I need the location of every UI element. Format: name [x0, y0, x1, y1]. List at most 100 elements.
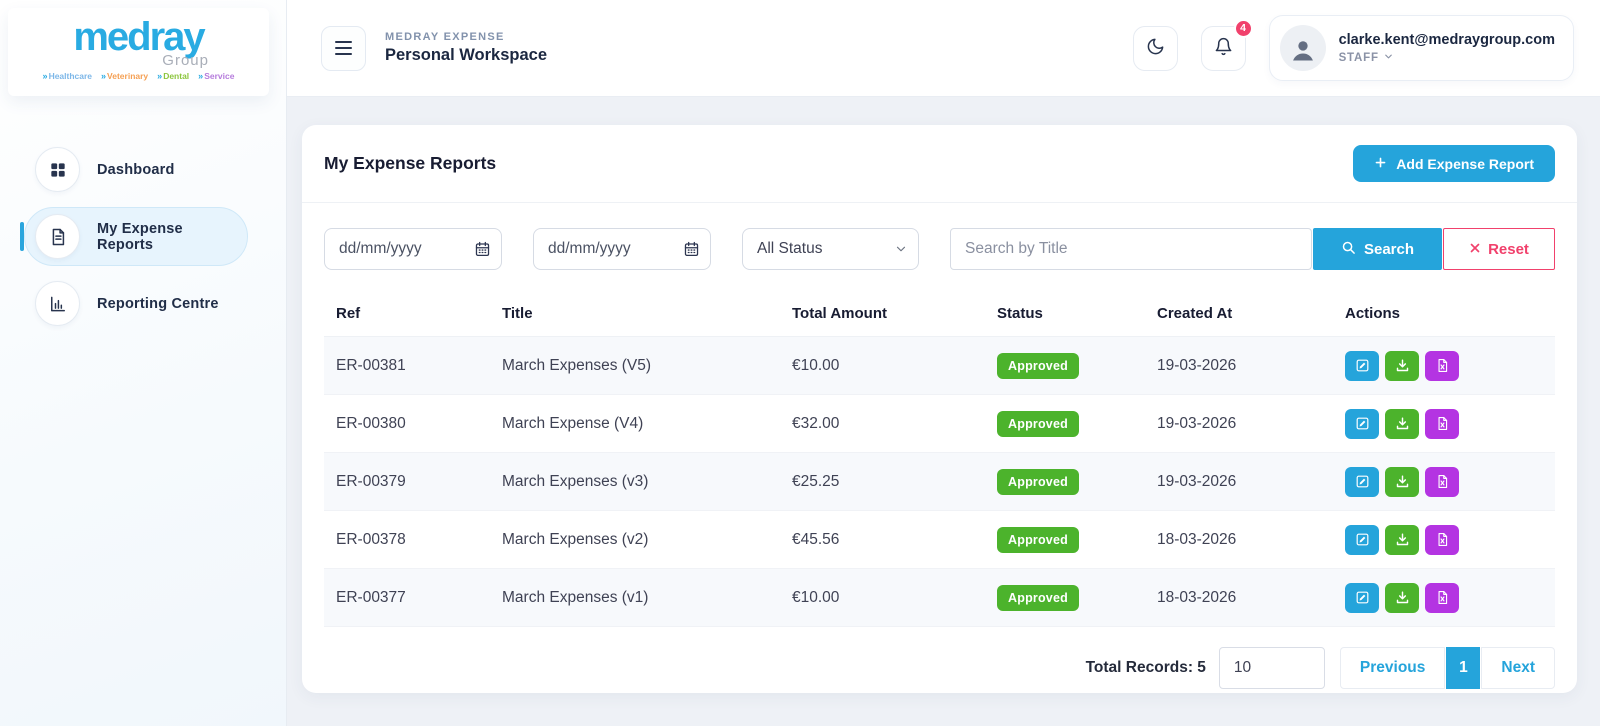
row-actions: [1345, 337, 1543, 394]
brand-logo[interactable]: medray Group » Healthcare» Veterinary» Dent…: [8, 8, 269, 96]
current-page-button[interactable]: 1: [1446, 647, 1481, 689]
sidebar-item-my-expense-reports[interactable]: My Expense Reports: [20, 207, 248, 266]
cell-actions: [1333, 510, 1555, 569]
search-input[interactable]: [950, 228, 1312, 270]
download-icon: [1395, 474, 1410, 489]
cell-total-amount: €25.25: [780, 452, 985, 511]
cell-status: Approved: [985, 452, 1145, 511]
document-icon: [35, 214, 80, 259]
brand-chevron-icon: »: [157, 71, 163, 81]
status-badge: Approved: [997, 468, 1079, 495]
cell-status: Approved: [985, 510, 1145, 569]
cell-status: Approved: [985, 568, 1145, 627]
user-role-label: STAFF: [1338, 51, 1379, 64]
cell-created-at: 18-03-2026: [1145, 568, 1333, 627]
download-report-button[interactable]: [1385, 350, 1419, 381]
search-button[interactable]: Search: [1313, 228, 1442, 270]
export-excel-button[interactable]: [1425, 524, 1459, 555]
date-from-field: [324, 228, 502, 270]
cell-total-amount: €45.56: [780, 510, 985, 569]
table-row: ER-00377 March Expenses (v1) €10.00 Approve…: [324, 568, 1555, 627]
search-button-label: Search: [1363, 240, 1415, 258]
brand-chevron-icon: »: [198, 71, 204, 81]
edit-icon: [1355, 532, 1370, 547]
reset-button[interactable]: Reset: [1443, 228, 1555, 270]
sidebar-item-dashboard[interactable]: Dashboard: [24, 140, 248, 199]
edit-report-button[interactable]: [1345, 350, 1379, 381]
column-header-total-amount: Total Amount: [780, 291, 985, 337]
column-header-title: Title: [490, 291, 780, 337]
export-excel-button[interactable]: [1425, 466, 1459, 497]
moon-icon: [1146, 37, 1165, 59]
sidebar-item-reporting-centre[interactable]: Reporting Centre: [24, 274, 248, 333]
export-excel-button[interactable]: [1425, 408, 1459, 439]
active-accent-bar: [20, 222, 24, 251]
edit-report-button[interactable]: [1345, 466, 1379, 497]
edit-report-button[interactable]: [1345, 408, 1379, 439]
expense-reports-card: My Expense Reports Add Expense Report dd…: [302, 125, 1577, 693]
brand-tag-service: » Service: [198, 71, 234, 81]
download-icon: [1395, 358, 1410, 373]
table-row: ER-00378 March Expenses (v2) €45.56 Approve…: [324, 510, 1555, 569]
status-badge: Approved: [997, 526, 1079, 553]
download-report-button[interactable]: [1385, 466, 1419, 497]
expense-table-wrap: Ref Title Total Amount Status Created At Acti…: [302, 291, 1577, 627]
brand-tag-label: Dental: [163, 71, 190, 81]
row-actions: [1345, 395, 1543, 452]
hamburger-menu-button[interactable]: [321, 25, 366, 71]
file-excel-icon: [1435, 590, 1450, 605]
brand-tag-dental: » Dental: [157, 71, 189, 81]
date-from-input[interactable]: [324, 228, 502, 270]
table-footer: Total Records: 5 Previous 1 Next: [302, 627, 1577, 715]
table-row: ER-00381 March Expenses (V5) €10.00 Approve…: [324, 336, 1555, 395]
cell-title: March Expenses (v2): [490, 510, 780, 569]
download-report-button[interactable]: [1385, 524, 1419, 555]
add-expense-report-button[interactable]: Add Expense Report: [1353, 145, 1555, 182]
user-menu[interactable]: clarke.kent@medraygroup.com STAFF: [1268, 15, 1574, 81]
cell-actions: [1333, 568, 1555, 627]
bell-icon: [1214, 37, 1233, 59]
brand-chevron-icon: »: [101, 71, 107, 81]
export-excel-button[interactable]: [1425, 582, 1459, 613]
notifications-button[interactable]: 4: [1200, 18, 1253, 71]
table-body: ER-00381 March Expenses (V5) €10.00 Approve…: [324, 336, 1555, 627]
brand-tag-label: Veterinary: [107, 71, 149, 81]
export-excel-button[interactable]: [1425, 350, 1459, 381]
brand-tags: » Healthcare» Veterinary» Dental» Service: [20, 71, 257, 81]
cell-ref: ER-00377: [324, 568, 490, 627]
chevron-down-icon: [1383, 51, 1394, 65]
page-title: My Expense Reports: [324, 153, 497, 173]
next-page-button[interactable]: Next: [1481, 647, 1555, 689]
status-select[interactable]: All Status: [742, 228, 919, 270]
brand-tag-label: Healthcare: [48, 71, 93, 81]
dark-mode-toggle[interactable]: [1132, 25, 1178, 71]
page-size-input[interactable]: [1218, 647, 1325, 689]
plus-icon: [1374, 156, 1387, 172]
app-root: medray Group » Healthcare» Veterinary» Dent…: [0, 0, 1600, 726]
download-report-button[interactable]: [1385, 408, 1419, 439]
file-excel-icon: [1435, 358, 1450, 373]
sidebar: medray Group » Healthcare» Veterinary» Dent…: [0, 0, 287, 726]
notification-count-badge: 4: [1233, 18, 1253, 38]
cell-status: Approved: [985, 394, 1145, 453]
user-info: clarke.kent@medraygroup.com STAFF: [1339, 32, 1555, 65]
table-header: Ref Title Total Amount Status Created At Acti…: [324, 291, 1555, 337]
cell-created-at: 19-03-2026: [1145, 452, 1333, 511]
cell-created-at: 19-03-2026: [1145, 336, 1333, 395]
cell-created-at: 19-03-2026: [1145, 394, 1333, 453]
date-to-input[interactable]: [533, 228, 711, 270]
status-select-value: All Status: [757, 240, 823, 257]
row-actions: [1345, 569, 1543, 626]
sidebar-item-label: Dashboard: [97, 161, 175, 178]
cell-total-amount: €32.00: [780, 394, 985, 453]
edit-report-button[interactable]: [1345, 582, 1379, 613]
column-header-actions: Actions: [1333, 291, 1555, 337]
cell-ref: ER-00379: [324, 452, 490, 511]
edit-report-button[interactable]: [1345, 524, 1379, 555]
row-actions: [1345, 511, 1543, 568]
status-badge: Approved: [997, 584, 1079, 611]
status-badge: Approved: [997, 352, 1079, 379]
previous-page-button[interactable]: Previous: [1339, 647, 1446, 689]
download-report-button[interactable]: [1385, 582, 1419, 613]
edit-icon: [1355, 416, 1370, 431]
